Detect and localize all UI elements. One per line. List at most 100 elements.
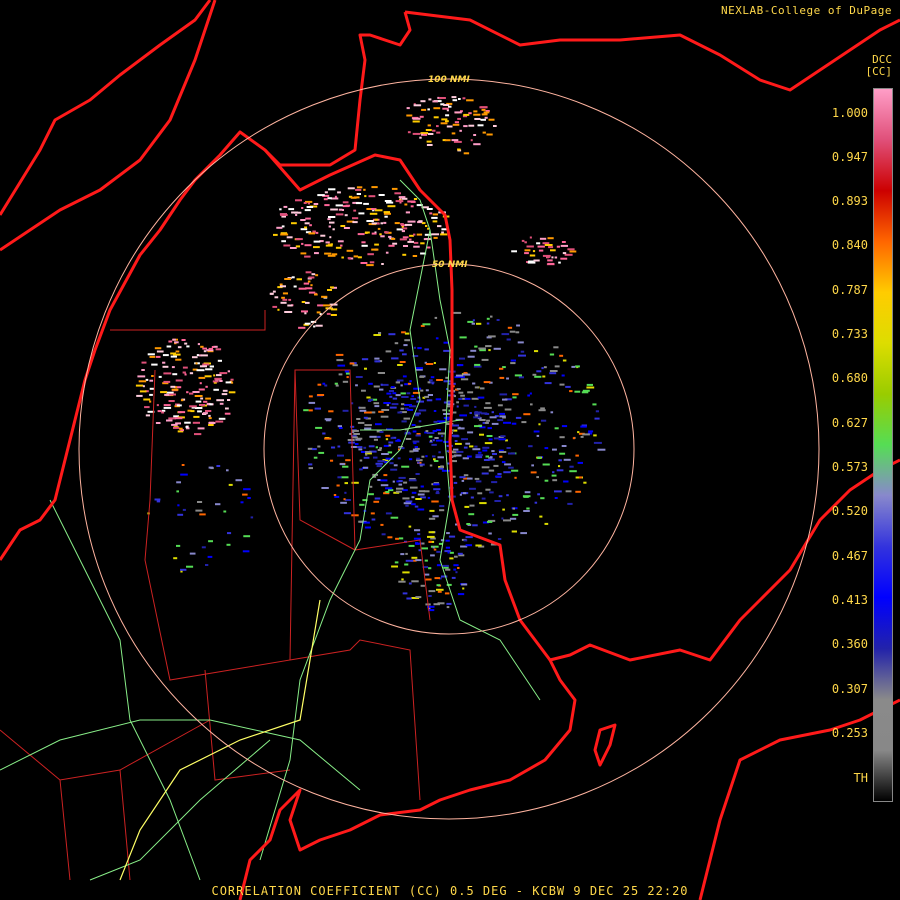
echo-pixel (359, 409, 367, 412)
echo-pixel (481, 358, 489, 361)
echo-pixel (375, 423, 382, 426)
echo-pixel (429, 212, 433, 215)
echo-pixel (331, 446, 336, 449)
echo-pixel (416, 233, 423, 236)
echo-pixel (533, 430, 540, 433)
echo-pixel (219, 380, 223, 382)
echo-pixel (364, 367, 367, 370)
echo-pixel (315, 426, 323, 429)
tick-label: 0.467 (831, 549, 868, 563)
echo-pixel (407, 408, 414, 411)
echo-pixel (197, 427, 205, 430)
echo-pixel (195, 362, 198, 365)
echo-pixel (322, 382, 326, 385)
echo-pixel (534, 350, 539, 353)
echo-pixel (524, 252, 529, 255)
echo-pixel (497, 404, 503, 407)
echo-pixel (476, 322, 482, 325)
echo-pixel (558, 465, 561, 468)
echo-pixel (170, 355, 177, 358)
echo-pixel (538, 423, 541, 426)
echo-pixel (186, 345, 190, 348)
echo-pixel (333, 494, 337, 496)
echo-pixel (344, 482, 348, 485)
echo-pixel (474, 386, 480, 389)
echo-pixel (550, 249, 556, 252)
echo-pixel (216, 465, 221, 467)
echo-pixel (375, 209, 383, 212)
echo-pixel (176, 544, 181, 547)
echo-pixel (483, 111, 490, 114)
echo-pixel (156, 404, 159, 407)
credit-label: NEXLAB-College of DuPage (721, 4, 892, 17)
echo-pixel (405, 211, 410, 214)
echo-pixel (395, 537, 399, 540)
echo-pixel (473, 110, 478, 113)
echo-pixel (457, 567, 460, 569)
echo-pixel (453, 568, 457, 571)
echo-pixel (350, 196, 357, 199)
echo-pixel (343, 227, 350, 229)
echo-pixel (381, 533, 386, 536)
echo-pixel (486, 133, 493, 136)
echo-pixel (578, 476, 583, 479)
echo-pixel (417, 347, 422, 350)
echo-pixel (306, 206, 314, 208)
echo-pixel (351, 514, 359, 517)
echo-pixel (417, 508, 425, 511)
echo-pixel (508, 452, 516, 455)
echo-pixel (551, 256, 554, 259)
echo-pixel (424, 395, 429, 398)
echo-pixel (281, 296, 285, 299)
echo-pixel (202, 363, 210, 366)
echo-pixel (436, 564, 441, 567)
echo-pixel (474, 405, 477, 408)
echo-pixel (203, 400, 208, 403)
echo-pixel (190, 410, 195, 413)
echo-pixel (431, 500, 439, 503)
echo-pixel (452, 123, 460, 126)
echo-pixel (366, 396, 371, 399)
echo-pixel (305, 301, 310, 304)
echo-pixel (301, 207, 304, 209)
echo-pixel (443, 380, 451, 383)
echo-pixel (284, 311, 293, 313)
echo-pixel (398, 537, 404, 540)
echo-pixel (415, 473, 420, 475)
echo-pixel (272, 305, 278, 308)
echo-pixel (429, 464, 433, 467)
echo-pixel (473, 134, 477, 136)
echo-pixel (136, 394, 143, 397)
echo-pixel (208, 414, 211, 417)
echo-pixel (303, 202, 307, 204)
echo-pixel (474, 363, 481, 366)
echo-pixel (369, 261, 375, 264)
echo-pixel (281, 225, 285, 228)
echo-pixel (149, 400, 152, 403)
echo-pixel (437, 432, 446, 435)
echo-pixel (419, 115, 424, 118)
echo-pixel (445, 376, 449, 379)
echo-pixel (432, 100, 438, 103)
tick-label: 0.733 (831, 327, 868, 341)
echo-pixel (462, 587, 465, 590)
echo-pixel (431, 216, 438, 219)
echo-pixel (400, 553, 405, 556)
echo-pixel (423, 238, 431, 241)
echo-pixel (321, 487, 329, 489)
echo-pixel (197, 501, 203, 503)
echo-pixel (431, 443, 437, 446)
echo-pixel (458, 391, 464, 394)
echo-pixel (534, 375, 542, 378)
echo-pixel (174, 417, 183, 420)
echo-pixel (499, 393, 508, 396)
echo-pixel (467, 431, 474, 434)
echo-pixel (480, 118, 486, 121)
echo-pixel (205, 564, 209, 566)
echo-pixel (395, 490, 402, 493)
echo-pixel (364, 526, 371, 529)
echo-pixel (389, 395, 393, 398)
tick-label: 0.520 (831, 504, 868, 518)
echo-pixel (432, 439, 435, 442)
echo-pixel (436, 490, 439, 493)
